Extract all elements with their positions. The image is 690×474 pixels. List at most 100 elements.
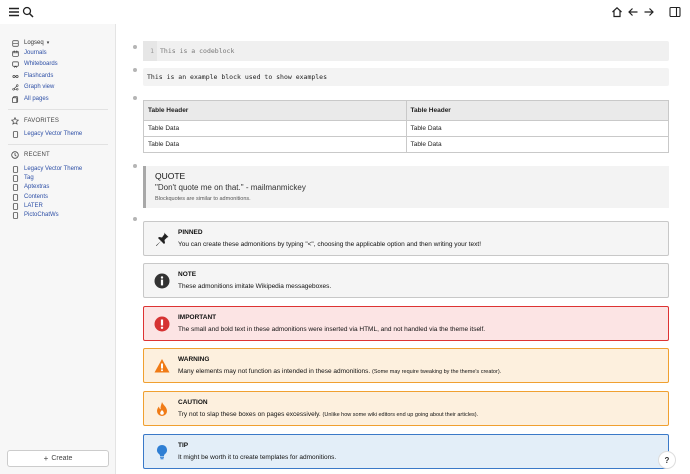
recent-item-label: LATER [24, 203, 43, 209]
left-sidebar: Logseq ▾ Journals Whiteboards Flashcards… [0, 24, 116, 474]
sidebar-item-whiteboards[interactable]: Whiteboards [11, 59, 58, 69]
admonition-note[interactable]: NOTE These admonitions imitate Wikipedia… [143, 263, 669, 298]
table-header-cell: Table Header [143, 100, 407, 121]
code-line-number: 1 [143, 41, 157, 61]
quote-block[interactable]: QUOTE "Don't quote me on that." - mailma… [143, 166, 669, 208]
recent-header[interactable]: RECENT [11, 150, 50, 160]
quote-title: QUOTE [155, 171, 186, 181]
block-bullet[interactable] [133, 45, 137, 49]
infinity-icon [11, 72, 19, 80]
recent-item-label: Legacy Vector Theme [24, 166, 83, 172]
sidebar-item-label: Flashcards [24, 73, 54, 79]
table-header-row: Table Header Table Header [143, 100, 669, 121]
table-cell: Table Data [143, 120, 407, 137]
admonition-small-text: (Unlike how some wiki editors end up goi… [322, 412, 479, 418]
table-cell: Table Data [405, 136, 669, 153]
favorites-header[interactable]: FAVORITES [11, 116, 59, 126]
table-header-cell: Table Header [405, 100, 669, 121]
sidebar-item-label: Graph view [24, 84, 55, 90]
recent-item-label: PictoChatWs [24, 212, 59, 218]
block-bullet[interactable] [133, 96, 137, 100]
page-icon [11, 183, 19, 191]
info-icon [154, 273, 170, 289]
arrow-left-icon[interactable] [626, 5, 640, 19]
admonition-pinned[interactable]: PINNED You can create these admonitions … [143, 221, 669, 256]
sidebar-item-flashcards[interactable]: Flashcards [11, 71, 53, 81]
codeblock[interactable]: 1 This is a codeblock [143, 41, 669, 61]
recent-item[interactable]: PictoChatWs [11, 210, 59, 220]
admonition-text: The small and bold text in these admonit… [178, 326, 486, 333]
table-cell: Table Data [143, 136, 407, 153]
sidebar-item-label: Whiteboards [24, 61, 58, 67]
admonition-tip[interactable]: TIP It might be worth it to create templ… [143, 434, 669, 469]
page-icon [11, 193, 19, 201]
chevron-down-icon: ▾ [46, 40, 50, 46]
sidebar-divider [8, 109, 108, 110]
sidebar-divider [8, 144, 108, 145]
graph-selector[interactable]: Logseq ▾ [11, 38, 49, 48]
warning-icon [154, 358, 170, 374]
admonition-text: Try not to slap these boxes on pages exc… [178, 411, 478, 418]
page-icon [11, 202, 19, 210]
table-row: Table Data Table Data [143, 136, 669, 153]
exclamation-icon [154, 316, 170, 332]
favorite-item-label: Legacy Vector Theme [24, 131, 83, 137]
create-label: Create [51, 455, 73, 462]
create-button[interactable]: + Create [7, 450, 109, 467]
table-row: Table Data Table Data [143, 120, 669, 137]
admonition-title: WARNING [178, 356, 210, 363]
sidebar-item-label: Journals [24, 50, 47, 56]
help-button[interactable]: ? [658, 451, 676, 469]
code-text: This is a codeblock [160, 47, 235, 55]
whiteboard-icon [11, 60, 19, 68]
example-block[interactable]: This is an example block used to show ex… [143, 68, 669, 86]
admonition-warning[interactable]: WARNING Many elements may not function a… [143, 348, 669, 383]
graph-icon [11, 83, 19, 91]
admonition-main-text: Try not to slap these boxes on pages exc… [178, 411, 321, 418]
favorites-title: FAVORITES [24, 118, 60, 124]
recent-title: RECENT [24, 152, 50, 158]
data-table: Table Header Table Header Table Data Tab… [143, 100, 669, 153]
menu-icon[interactable] [7, 5, 21, 19]
top-bar [0, 0, 690, 24]
admonition-title: PINNED [178, 229, 203, 236]
admonition-text: Many elements may not function as intend… [178, 368, 501, 375]
admonition-caution[interactable]: CAUTION Try not to slap these boxes on p… [143, 391, 669, 426]
flame-icon [154, 401, 170, 417]
table-cell: Table Data [405, 120, 669, 137]
page-icon [11, 211, 19, 219]
admonition-text: It might be worth it to create templates… [178, 454, 337, 461]
admonition-title: NOTE [178, 271, 197, 278]
quote-subtext: Blockquotes are similar to admonitions. [155, 196, 251, 202]
recent-item-label: Tag [24, 175, 34, 181]
admonition-small-text: (Some may require tweaking by the theme'… [372, 369, 502, 375]
sidebar-item-graph-view[interactable]: Graph view [11, 82, 54, 92]
sidebar-item-journals[interactable]: Journals [11, 48, 47, 58]
search-icon[interactable] [21, 5, 35, 19]
admonition-text: These admonitions imitate Wikipedia mess… [178, 283, 332, 290]
admonition-important[interactable]: IMPORTANT The small and bold text in the… [143, 306, 669, 341]
sidebar-item-all-pages[interactable]: All pages [11, 94, 49, 104]
recent-item-label: Contents [24, 194, 49, 200]
right-sidebar-icon[interactable] [668, 5, 682, 19]
admonition-title: CAUTION [178, 399, 208, 406]
star-icon [11, 117, 19, 125]
arrow-right-icon[interactable] [642, 5, 656, 19]
main-content: 1 This is a codeblock This is an example… [117, 24, 690, 474]
recent-item[interactable]: Aptextras [11, 182, 49, 192]
pages-icon [11, 95, 19, 103]
admonition-title: TIP [178, 442, 189, 449]
admonition-main-text: Many elements may not function as intend… [178, 368, 371, 375]
calendar-icon [11, 49, 19, 57]
quote-text: "Don't quote me on that." - mailmanmicke… [155, 183, 306, 192]
page-icon [11, 165, 19, 173]
block-bullet[interactable] [133, 164, 137, 168]
block-bullet[interactable] [133, 68, 137, 72]
block-bullet[interactable] [133, 217, 137, 221]
plus-icon: + [43, 454, 49, 463]
home-icon[interactable] [610, 5, 624, 19]
graph-db-icon [11, 39, 19, 47]
favorite-item[interactable]: Legacy Vector Theme [11, 129, 82, 139]
clock-icon [11, 151, 19, 159]
pin-icon [154, 231, 170, 247]
